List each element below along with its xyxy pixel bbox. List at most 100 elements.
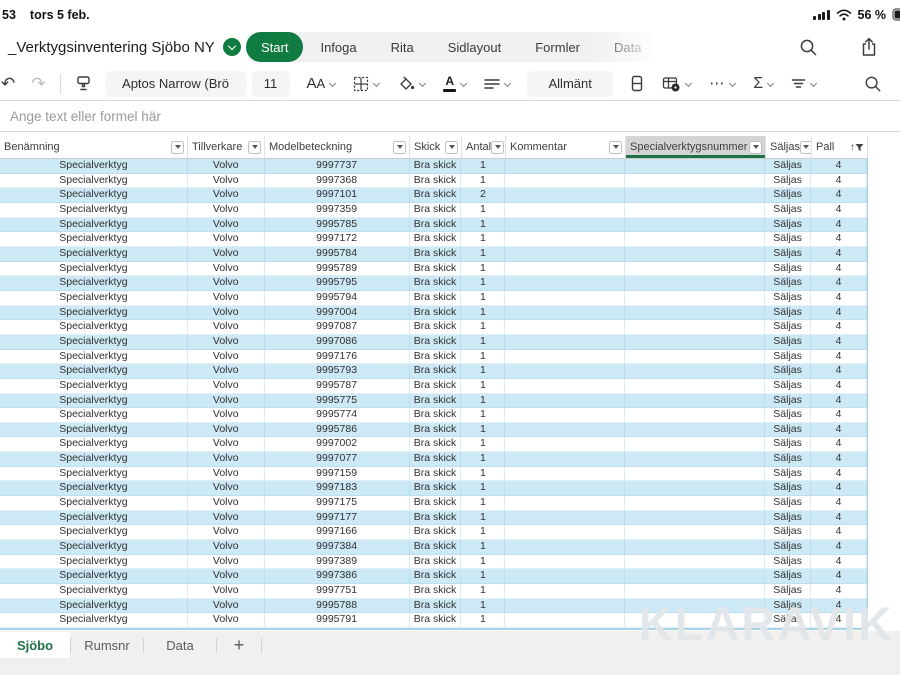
cell[interactable]: 1 bbox=[461, 452, 505, 467]
cell[interactable] bbox=[625, 394, 765, 409]
filter-dropdown-button[interactable] bbox=[248, 141, 261, 154]
cell[interactable]: Säljas bbox=[765, 423, 811, 438]
column-header-antal[interactable]: Antal bbox=[462, 136, 506, 159]
cell[interactable]: Specialverktyg bbox=[0, 437, 188, 452]
cell[interactable] bbox=[505, 291, 625, 306]
cell[interactable]: Bra skick bbox=[410, 569, 462, 584]
cell[interactable]: Säljas bbox=[765, 452, 811, 467]
cell[interactable]: 4 bbox=[811, 555, 867, 570]
cell[interactable] bbox=[505, 350, 625, 365]
filter-dropdown-button[interactable] bbox=[491, 141, 504, 154]
ribbon-tab-gransk[interactable]: Gransk bbox=[658, 32, 666, 62]
cell[interactable]: Säljas bbox=[765, 159, 811, 174]
cell[interactable]: Volvo bbox=[188, 232, 265, 247]
cell[interactable] bbox=[505, 262, 625, 277]
cell[interactable]: Volvo bbox=[188, 555, 265, 570]
cell[interactable] bbox=[625, 159, 765, 174]
cell[interactable]: Specialverktyg bbox=[0, 569, 188, 584]
cell[interactable] bbox=[625, 262, 765, 277]
cell[interactable]: Bra skick bbox=[410, 276, 462, 291]
cell[interactable]: 9995789 bbox=[265, 262, 410, 277]
cell[interactable]: Specialverktyg bbox=[0, 335, 188, 350]
cell[interactable]: Säljas bbox=[765, 540, 811, 555]
cell[interactable]: Bra skick bbox=[410, 350, 462, 365]
cell[interactable] bbox=[625, 613, 765, 628]
cell[interactable]: Säljas bbox=[765, 569, 811, 584]
cell[interactable]: 1 bbox=[461, 320, 505, 335]
cell[interactable]: 1 bbox=[461, 174, 505, 189]
cell[interactable]: 4 bbox=[811, 203, 867, 218]
cell[interactable] bbox=[625, 218, 765, 233]
cell[interactable]: Specialverktyg bbox=[0, 496, 188, 511]
column-header-specialverktygsnummer[interactable]: Specialverktygsnummer bbox=[626, 136, 766, 159]
cell-format-table-button[interactable] bbox=[653, 76, 700, 92]
cell[interactable]: 4 bbox=[811, 247, 867, 262]
cell[interactable]: 4 bbox=[811, 525, 867, 540]
cell[interactable]: 4 bbox=[811, 423, 867, 438]
cell[interactable]: Specialverktyg bbox=[0, 320, 188, 335]
filter-dropdown-button[interactable] bbox=[800, 141, 812, 154]
cell[interactable]: 4 bbox=[811, 159, 867, 174]
add-sheet-button[interactable]: + bbox=[217, 632, 261, 658]
cell[interactable]: 1 bbox=[461, 525, 505, 540]
cell[interactable]: Bra skick bbox=[410, 218, 462, 233]
filter-dropdown-button[interactable] bbox=[445, 141, 458, 154]
cell[interactable]: Säljas bbox=[765, 467, 811, 482]
cell[interactable] bbox=[625, 291, 765, 306]
filter-dropdown-button[interactable] bbox=[393, 141, 406, 154]
cell[interactable]: 4 bbox=[811, 437, 867, 452]
cell[interactable]: 1 bbox=[461, 584, 505, 599]
cell[interactable]: 4 bbox=[811, 408, 867, 423]
cell[interactable] bbox=[625, 555, 765, 570]
cell[interactable]: 1 bbox=[461, 247, 505, 262]
cell[interactable] bbox=[625, 408, 765, 423]
cell[interactable] bbox=[625, 452, 765, 467]
cell[interactable] bbox=[625, 335, 765, 350]
cell[interactable]: 1 bbox=[461, 306, 505, 321]
cell[interactable] bbox=[625, 306, 765, 321]
column-header-pall[interactable]: Pall↑ bbox=[812, 136, 868, 159]
more-options-button[interactable]: ⋯ bbox=[700, 76, 744, 91]
cell[interactable] bbox=[505, 159, 625, 174]
cell[interactable] bbox=[505, 218, 625, 233]
cell[interactable]: Säljas bbox=[765, 276, 811, 291]
cell[interactable] bbox=[625, 511, 765, 526]
cell[interactable]: Bra skick bbox=[410, 306, 462, 321]
cell[interactable]: Säljas bbox=[765, 335, 811, 350]
cell[interactable] bbox=[625, 569, 765, 584]
cell[interactable]: Bra skick bbox=[410, 232, 462, 247]
cell[interactable] bbox=[505, 452, 625, 467]
cell[interactable]: 9997159 bbox=[265, 467, 410, 482]
cell[interactable]: Volvo bbox=[188, 511, 265, 526]
column-header-modelbeteckning[interactable]: Modelbeteckning bbox=[265, 136, 410, 159]
cell[interactable]: Specialverktyg bbox=[0, 364, 188, 379]
cell[interactable]: 9997359 bbox=[265, 203, 410, 218]
cell[interactable] bbox=[505, 379, 625, 394]
cell[interactable]: 9997751 bbox=[265, 584, 410, 599]
cell[interactable]: 4 bbox=[811, 276, 867, 291]
cell[interactable]: Volvo bbox=[188, 452, 265, 467]
cell[interactable]: Specialverktyg bbox=[0, 188, 188, 203]
cell[interactable]: Säljas bbox=[765, 481, 811, 496]
cell[interactable] bbox=[505, 496, 625, 511]
cell[interactable]: 4 bbox=[811, 511, 867, 526]
cell[interactable]: Bra skick bbox=[410, 496, 462, 511]
cell[interactable]: 4 bbox=[811, 174, 867, 189]
cell[interactable] bbox=[505, 306, 625, 321]
filter-dropdown-button[interactable] bbox=[749, 141, 762, 154]
cell[interactable]: Säljas bbox=[765, 555, 811, 570]
cell[interactable]: 9995786 bbox=[265, 423, 410, 438]
cell[interactable]: Specialverktyg bbox=[0, 584, 188, 599]
cell[interactable] bbox=[505, 511, 625, 526]
cell[interactable]: 9995795 bbox=[265, 276, 410, 291]
cell[interactable] bbox=[625, 203, 765, 218]
cell[interactable]: Bra skick bbox=[410, 320, 462, 335]
cell[interactable] bbox=[625, 232, 765, 247]
cell[interactable]: 9997386 bbox=[265, 569, 410, 584]
cell[interactable]: 4 bbox=[811, 540, 867, 555]
cell[interactable]: Specialverktyg bbox=[0, 174, 188, 189]
cell[interactable]: 9997737 bbox=[265, 159, 410, 174]
cell[interactable]: Specialverktyg bbox=[0, 525, 188, 540]
cell[interactable]: Bra skick bbox=[410, 379, 462, 394]
ribbon-tab-formler[interactable]: Formler bbox=[518, 32, 597, 62]
